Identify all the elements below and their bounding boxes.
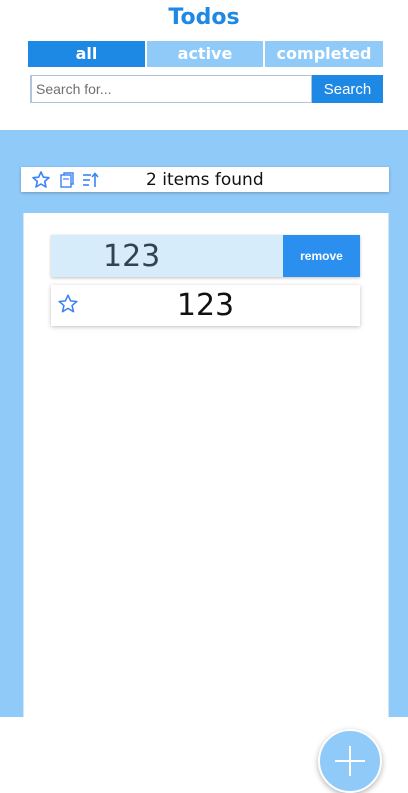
todo-toolbar: 2 items found — [21, 167, 389, 192]
sort-icon[interactable] — [81, 170, 101, 190]
add-todo-button[interactable] — [318, 729, 382, 793]
todo-item[interactable]: 123 — [51, 285, 360, 326]
filter-tabs: all active completed — [28, 41, 383, 67]
tab-active[interactable]: active — [147, 41, 265, 67]
copy-icon[interactable] — [56, 170, 76, 190]
tab-completed[interactable]: completed — [265, 41, 383, 67]
todo-main-area: 2 items found 123 remove 123 — [0, 130, 408, 793]
plus-icon — [335, 746, 365, 776]
todo-list-panel: 123 remove 123 — [23, 213, 389, 717]
search-row: Search — [30, 75, 383, 103]
search-input[interactable] — [30, 75, 312, 103]
todo-item-selected[interactable]: 123 remove — [51, 235, 360, 277]
star-outline-icon[interactable] — [31, 170, 51, 190]
app-title: Todos — [168, 5, 240, 30]
items-count: 2 items found — [146, 170, 264, 190]
app-header: Todos all active completed Search — [0, 0, 408, 130]
remove-button[interactable]: remove — [283, 235, 360, 277]
todo-item-text: 123 — [176, 288, 235, 323]
tab-all[interactable]: all — [28, 41, 147, 67]
search-button[interactable]: Search — [312, 75, 383, 103]
todo-item-text: 123 — [103, 239, 161, 274]
